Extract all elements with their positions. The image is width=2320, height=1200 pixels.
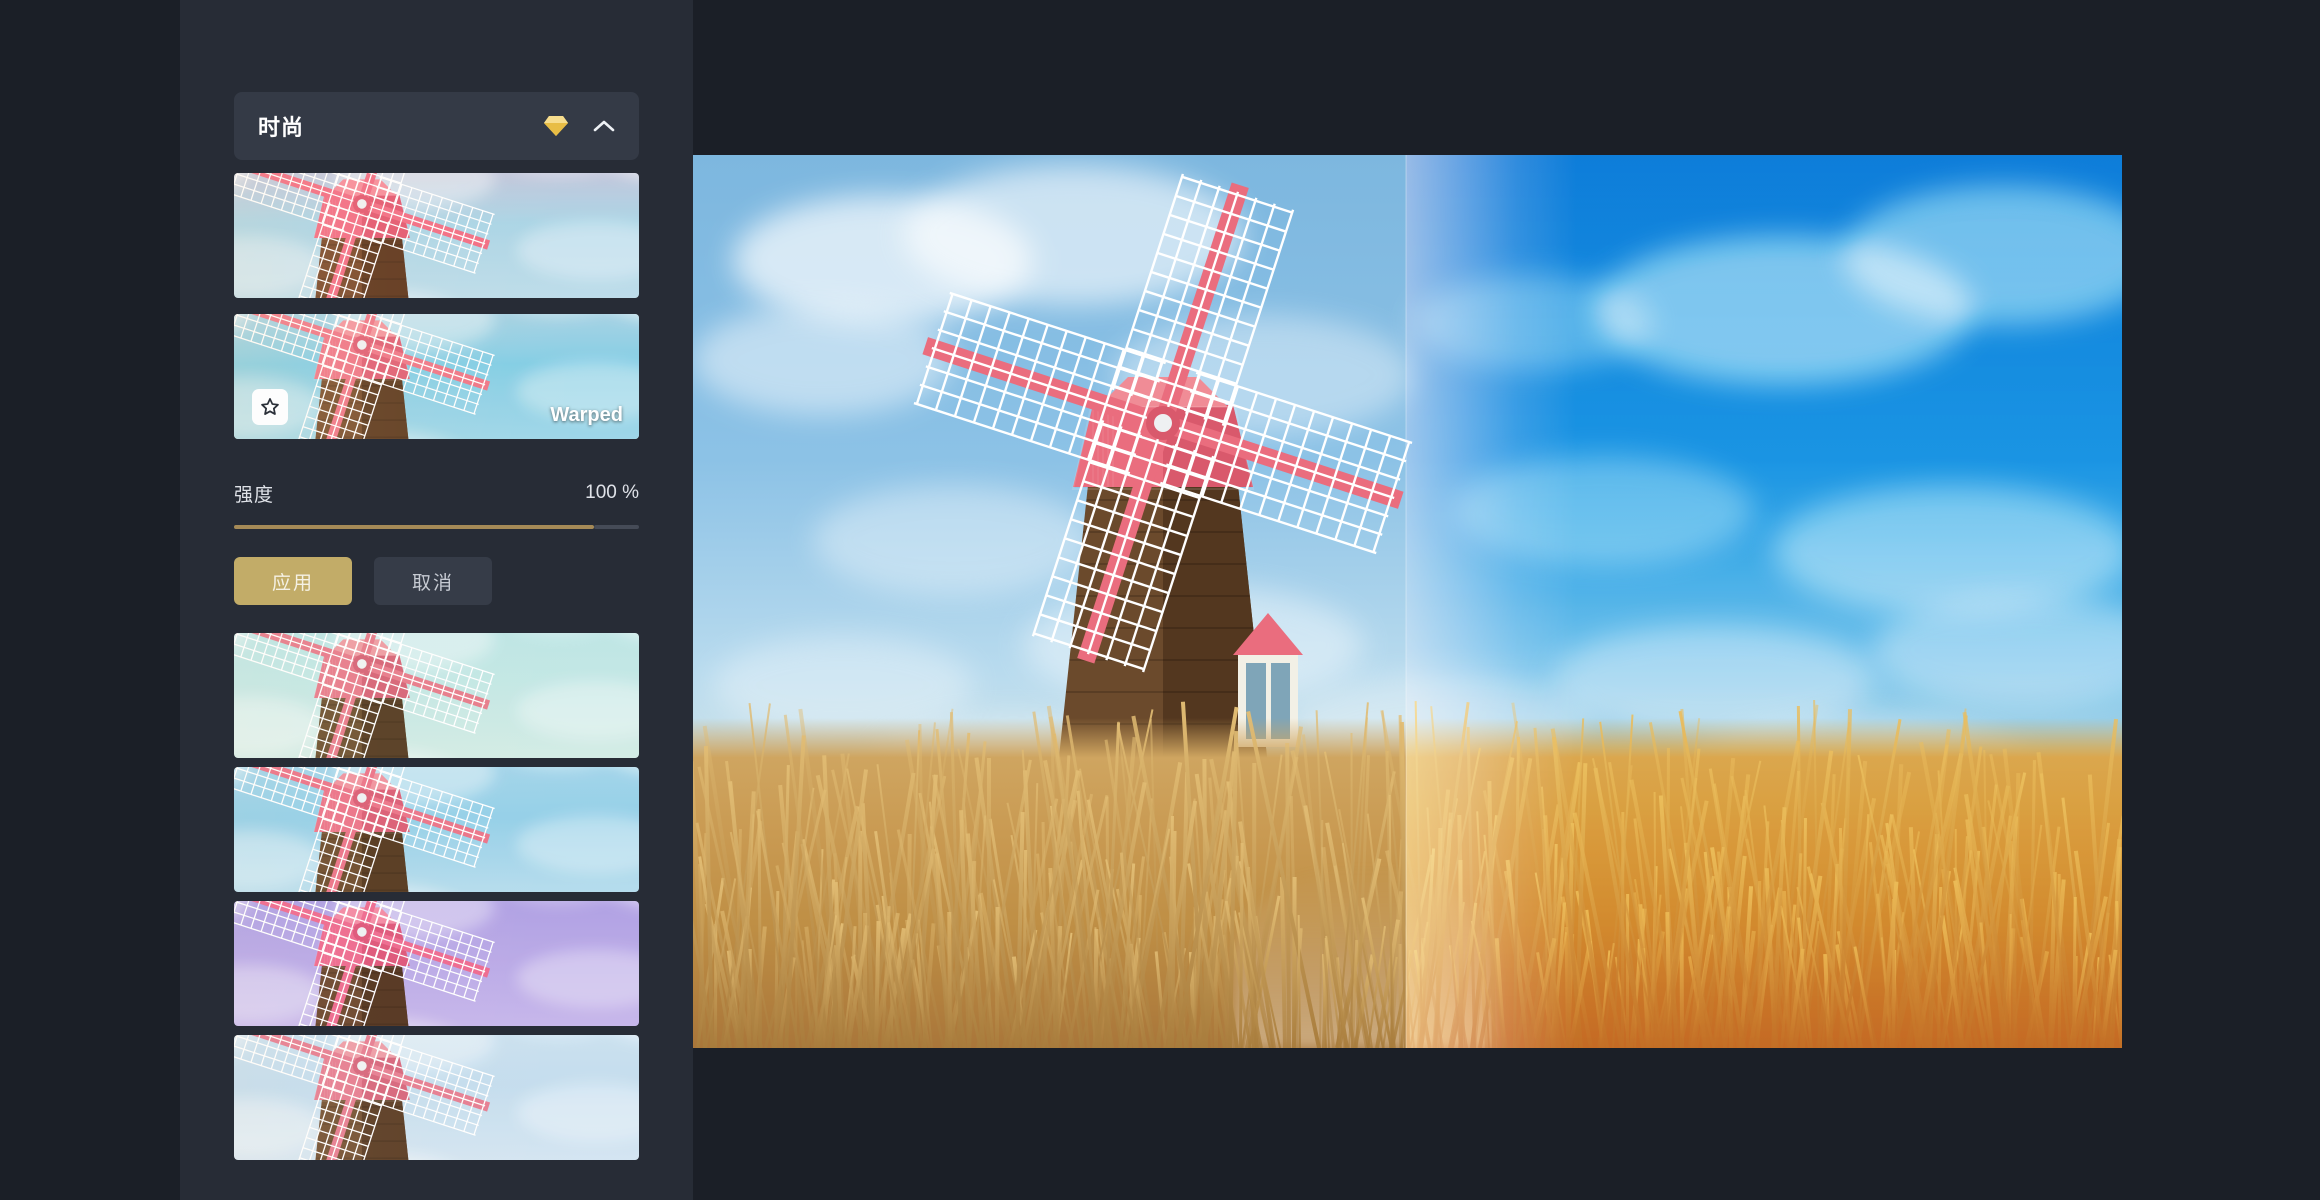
filter-thumb-4[interactable] [234,901,639,1026]
slider-remaining-track [594,525,639,529]
reed [1292,877,1297,1048]
diamond-icon [543,115,591,137]
slider-filled-track [234,525,594,529]
windmill-illustration [234,633,495,758]
strength-row: 强度 100 % [234,480,639,506]
filter-thumb-2[interactable] [234,633,639,758]
star-icon [261,398,279,415]
strength-label: 强度 [234,484,275,506]
collapse-toggle-button[interactable] [591,113,617,139]
filter-sidebar: 时尚 Warped 强度 100 % 应用 取消 [180,0,693,1200]
filter-name-label: Warped [550,404,623,426]
strength-slider[interactable] [234,512,639,542]
windmill-illustration [234,1035,495,1160]
filter-category-title: 时尚 [258,115,305,140]
image-filtered-half [1406,155,2122,1048]
reed [863,912,868,1048]
compare-split-handle[interactable] [1405,155,1407,1048]
filter-preview-image [234,1035,639,1160]
filter-thumb-1[interactable]: Warped [234,314,639,439]
filter-preview-image [234,901,639,1026]
filter-thumb-3[interactable] [234,767,639,892]
photo-editor-app: 时尚 Warped 强度 100 % 应用 取消 [0,0,2320,1200]
cancel-button[interactable]: 取消 [374,557,492,605]
windmill-illustration [234,901,495,1026]
filter-category-header[interactable]: 时尚 [234,92,639,160]
filter-preview-image [234,633,639,758]
filter-thumb-5[interactable] [234,1035,639,1160]
apply-button[interactable]: 应用 [234,557,352,605]
reed [857,830,862,1048]
action-button-row: 应用 取消 [234,557,492,605]
filter-preview-image [234,767,639,892]
strength-value: 100 % [585,482,639,503]
filter-preview-image [234,173,639,298]
image-canvas[interactable] [693,155,2122,1048]
image-original-half [693,155,1406,1048]
favorite-button[interactable] [252,389,288,425]
windmill-illustration [234,173,495,298]
windmill-illustration [234,767,495,892]
filter-thumb-0[interactable] [234,173,639,298]
